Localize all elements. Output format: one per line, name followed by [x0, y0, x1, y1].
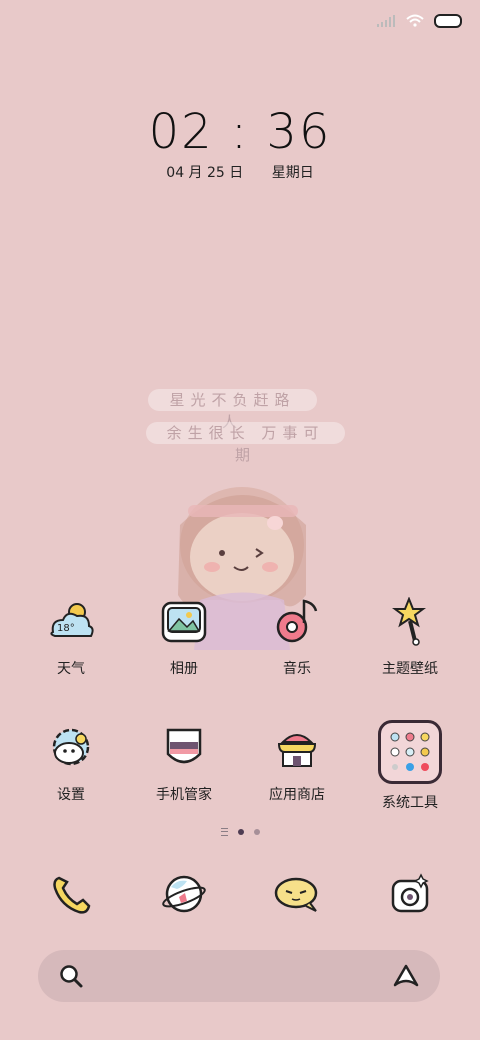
- lock-date[interactable]: 04 月 25 日 星期日: [0, 162, 480, 182]
- app-row-1: 18° 天气 相册 音乐 主题壁纸: [0, 594, 480, 714]
- browser-planet-icon: [156, 866, 212, 922]
- page-indicator[interactable]: [0, 828, 480, 836]
- search-icon[interactable]: [58, 963, 84, 989]
- music-note-icon: [269, 594, 325, 650]
- menu-page-icon[interactable]: [220, 828, 228, 836]
- status-bar: [376, 10, 462, 32]
- assistant-icon[interactable]: [392, 963, 420, 989]
- app-label: 系统工具: [382, 795, 438, 811]
- app-label: 主题壁纸: [382, 661, 438, 677]
- app-music[interactable]: 音乐: [242, 594, 352, 678]
- quote-line-1: 星光不负赶路人: [148, 389, 317, 431]
- search-bar[interactable]: [38, 950, 440, 1002]
- app-settings[interactable]: 设置: [16, 720, 126, 804]
- folder-icon: [378, 720, 442, 784]
- shield-icon: [156, 720, 212, 776]
- dock-messages[interactable]: [242, 866, 352, 922]
- page-dot-1[interactable]: [237, 829, 244, 835]
- weather-cloud-icon: 18°: [43, 594, 99, 650]
- dock-browser[interactable]: [129, 866, 239, 922]
- app-label: 应用商店: [269, 787, 325, 803]
- weekday-text: 星期日: [271, 165, 314, 181]
- photo-album-icon: [156, 594, 212, 650]
- app-phone-manager[interactable]: 手机管家: [129, 720, 239, 804]
- battery-icon: [434, 14, 462, 28]
- app-label: 手机管家: [156, 787, 212, 803]
- camera-icon: [382, 866, 438, 922]
- app-themes[interactable]: 主题壁纸: [355, 594, 465, 678]
- dock: [0, 866, 480, 926]
- phone-icon: [43, 866, 99, 922]
- app-label: 天气: [57, 661, 85, 677]
- app-label: 设置: [57, 787, 85, 803]
- weather-temp: 18°: [57, 623, 75, 634]
- date-text: 04 月 25 日: [166, 165, 244, 181]
- app-row-2: 设置 手机管家 应用商店 系统工具: [0, 720, 480, 840]
- app-label: 音乐: [283, 661, 311, 677]
- dock-camera[interactable]: [355, 866, 465, 922]
- quote-line-2: 余生很长 万事可期: [146, 422, 345, 464]
- app-store[interactable]: 应用商店: [242, 720, 352, 804]
- message-bubble-icon: [269, 866, 325, 922]
- store-icon: [269, 720, 325, 776]
- dock-phone[interactable]: [16, 866, 126, 922]
- settings-gear-icon: [43, 720, 99, 776]
- app-weather[interactable]: 18° 天气: [16, 594, 126, 678]
- folder-system-tools[interactable]: 系统工具: [355, 720, 465, 812]
- page-dot-2[interactable]: [253, 829, 260, 835]
- app-album[interactable]: 相册: [129, 594, 239, 678]
- lock-clock-time[interactable]: 02 : 36: [0, 104, 480, 160]
- wifi-icon: [406, 14, 424, 27]
- magic-wand-star-icon: [382, 594, 438, 650]
- app-label: 相册: [170, 661, 198, 677]
- signal-icon: [377, 15, 395, 27]
